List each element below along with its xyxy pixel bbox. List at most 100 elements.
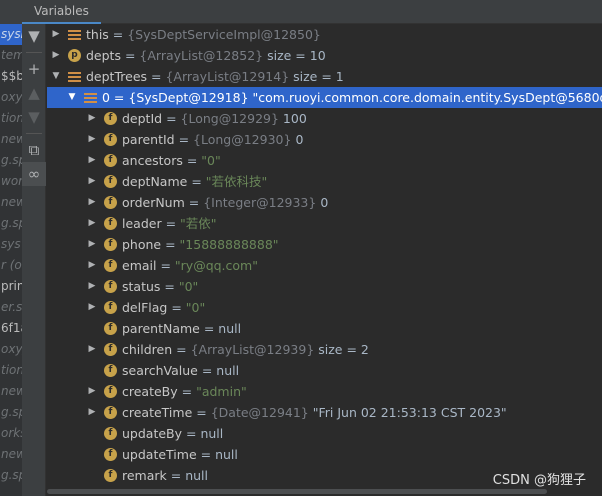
frame-item[interactable]: g.sp	[0, 150, 22, 171]
variable-name: deptTrees	[86, 69, 148, 84]
frame-item[interactable]: prin	[0, 276, 22, 297]
parameter-icon: p	[68, 49, 81, 62]
frame-item[interactable]: oxy)	[0, 87, 22, 108]
variable-row[interactable]: f updateBy = null	[47, 423, 602, 444]
variable-value: "若依科技"	[205, 174, 268, 189]
frame-item[interactable]: sysD	[0, 24, 22, 45]
variable-row[interactable]: f parentName = null	[47, 318, 602, 339]
frame-item[interactable]: orks	[0, 423, 22, 444]
expand-arrow-icon[interactable]: ▶	[87, 339, 97, 360]
frame-item[interactable]: new	[0, 381, 22, 402]
variable-value: 0	[295, 132, 304, 147]
frame-item[interactable]: g.sp	[0, 402, 22, 423]
collapse-arrow-icon[interactable]: ▼	[51, 66, 61, 87]
expand-arrow-icon[interactable]: ▶	[51, 24, 61, 45]
frame-item[interactable]: oxy)	[0, 339, 22, 360]
expand-arrow-icon[interactable]: ▶	[87, 297, 97, 318]
field-icon: f	[104, 364, 117, 377]
expand-arrow-icon[interactable]: ▶	[87, 213, 97, 234]
variable-value: size = 1	[293, 69, 344, 84]
frame-item[interactable]: $$b	[0, 66, 22, 87]
frame-item[interactable]: r (o	[0, 255, 22, 276]
variable-text: children = {ArrayList@12939} size = 2	[122, 342, 369, 357]
variable-row[interactable]: ▶ p depts = {ArrayList@12852} size = 10	[47, 45, 602, 66]
variable-row[interactable]: ▶ f createBy = "admin"	[47, 381, 602, 402]
variable-row[interactable]: ▶ f leader = "若依"	[47, 213, 602, 234]
frame-item[interactable]: 6f1a	[0, 318, 22, 339]
field-icon: f	[104, 259, 117, 272]
variable-row[interactable]: ▶ f phone = "15888888888"	[47, 234, 602, 255]
variable-name: phone	[122, 237, 162, 252]
variable-row[interactable]: ▶ f createTime = {Date@12941} "Fri Jun 02 …	[47, 402, 602, 423]
copy-icon[interactable]: ⧉	[22, 138, 46, 162]
expand-arrow-icon[interactable]: ▶	[87, 234, 97, 255]
expand-arrow-icon[interactable]: ▶	[87, 192, 97, 213]
scrollbar-thumb[interactable]	[47, 489, 547, 494]
field-icon: f	[104, 280, 117, 293]
frame-item[interactable]: g.sp	[0, 213, 22, 234]
variable-text: parentId = {Long@12930} 0	[122, 132, 304, 147]
expand-arrow-icon[interactable]: ▶	[87, 276, 97, 297]
field-icon: f	[104, 112, 117, 125]
variable-text: 0 = {SysDept@12918} "com.ruoyi.common.co…	[102, 87, 602, 108]
frame-item[interactable]: tion	[0, 360, 22, 381]
frame-item[interactable]: new	[0, 444, 22, 465]
frame-item[interactable]: tion	[0, 108, 22, 129]
variable-value: null	[185, 468, 208, 483]
move-down-icon[interactable]: ▼	[22, 105, 46, 129]
expand-arrow-icon[interactable]: ▶	[87, 150, 97, 171]
expand-arrow-icon[interactable]: ▶	[87, 402, 97, 423]
variable-row[interactable]: ▶ f delFlag = "0"	[47, 297, 602, 318]
variable-name: deptName	[122, 174, 188, 189]
frame-item[interactable]: wor	[0, 171, 22, 192]
frame-item[interactable]: new	[0, 192, 22, 213]
variable-row[interactable]: ▶ f ancestors = "0"	[47, 150, 602, 171]
variable-value: null	[216, 363, 240, 378]
variable-row[interactable]: f updateTime = null	[47, 444, 602, 465]
field-icon: f	[104, 427, 117, 440]
expand-arrow-icon[interactable]: ▶	[87, 129, 97, 150]
variable-type: {Integer@12933}	[203, 195, 317, 210]
filter-icon[interactable]: ▼	[22, 24, 46, 48]
variable-text: deptName = "若依科技"	[122, 174, 268, 189]
expand-arrow-icon[interactable]: ▶	[87, 171, 97, 192]
variable-value: null	[218, 321, 242, 336]
move-up-icon[interactable]: ▲	[22, 81, 46, 105]
frame-item[interactable]: temp	[0, 45, 22, 66]
expand-arrow-icon[interactable]: ▶	[87, 381, 97, 402]
variable-row[interactable]: ▼ 0 = {SysDept@12918} "com.ruoyi.common.c…	[47, 87, 602, 108]
glasses-icon[interactable]: ∞	[22, 162, 46, 186]
frame-item[interactable]: sys	[0, 234, 22, 255]
frames-list-strip: sysDtemp$$boxy)tionnewg.spwornewg.spsysr…	[0, 0, 22, 496]
variable-name: email	[122, 258, 157, 273]
variable-text: ancestors = "0"	[122, 153, 221, 168]
variable-name: ancestors	[122, 153, 183, 168]
variable-row[interactable]: ▶ f deptId = {Long@12929} 100	[47, 108, 602, 129]
expand-arrow-icon[interactable]: ▶	[51, 45, 61, 66]
expand-arrow-icon[interactable]: ▶	[87, 255, 97, 276]
variable-row[interactable]: ▶ f children = {ArrayList@12939} size = 2	[47, 339, 602, 360]
variable-name: createTime	[122, 405, 193, 420]
variable-row[interactable]: ▼ deptTrees = {ArrayList@12914} size = 1	[47, 66, 602, 87]
variable-row[interactable]: ▶ f deptName = "若依科技"	[47, 171, 602, 192]
variable-value: "admin"	[196, 384, 247, 399]
tab-variables[interactable]: Variables	[22, 0, 101, 24]
variable-value: 100	[282, 111, 307, 126]
variable-type: {ArrayList@12939}	[190, 342, 315, 357]
collapse-arrow-icon[interactable]: ▼	[67, 87, 77, 108]
watermark: CSDN @狗狸子	[492, 473, 586, 488]
variable-value: 0	[320, 195, 329, 210]
variable-row[interactable]: ▶ this = {SysDeptServiceImpl@12850}	[47, 24, 602, 45]
variable-row[interactable]: ▶ f parentId = {Long@12930} 0	[47, 129, 602, 150]
variable-row[interactable]: ▶ f email = "ry@qq.com"	[47, 255, 602, 276]
variable-text: status = "0"	[122, 279, 199, 294]
add-watch-icon[interactable]: +	[22, 57, 46, 81]
variable-row[interactable]: ▶ f status = "0"	[47, 276, 602, 297]
frame-item[interactable]: g.sp	[0, 465, 22, 486]
expand-arrow-icon[interactable]: ▶	[87, 108, 97, 129]
variable-row[interactable]: f searchValue = null	[47, 360, 602, 381]
frame-item[interactable]: new	[0, 129, 22, 150]
variable-row[interactable]: ▶ f orderNum = {Integer@12933} 0	[47, 192, 602, 213]
frame-item[interactable]: er.sy	[0, 297, 22, 318]
field-icon: f	[104, 133, 117, 146]
